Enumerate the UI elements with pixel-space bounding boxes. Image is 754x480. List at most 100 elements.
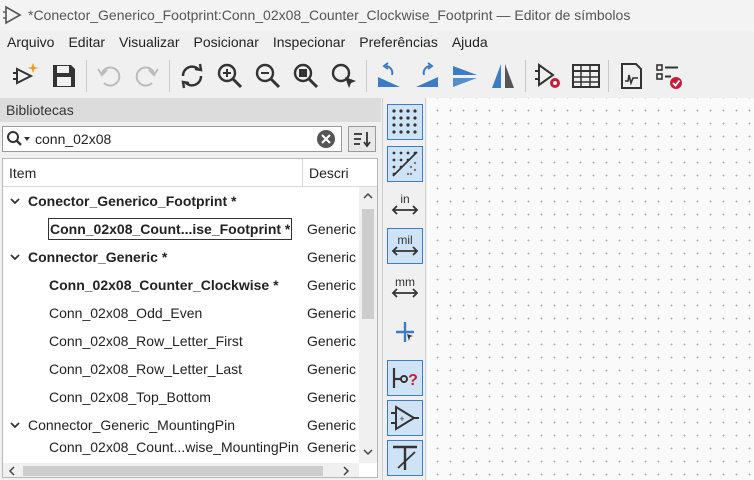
tree-row-library[interactable]: Conector_Generico_Footprint * xyxy=(3,187,359,215)
horizontal-scrollbar-thumb[interactable] xyxy=(23,466,323,476)
units-mm-button[interactable]: mm xyxy=(387,270,423,306)
toolbar-separator xyxy=(86,60,87,92)
sort-button[interactable] xyxy=(348,126,376,152)
tree-row-symbol[interactable]: Conn_02x08_Row_Letter_Last Generic xyxy=(3,355,359,383)
tree-row-symbol[interactable]: Conn_02x08_Counter_Clockwise * Generic xyxy=(3,271,359,299)
vertical-scrollbar[interactable] xyxy=(359,187,377,463)
mirror-vertical-icon xyxy=(453,66,477,87)
tree-row-symbol[interactable]: Conn_02x08_Count...wise_MountingPin Gene… xyxy=(3,433,359,461)
library-search-box[interactable] xyxy=(2,126,342,152)
tree-rows: Conector_Generico_Footprint * Conn_02x08… xyxy=(3,187,359,463)
rotate-cw-button[interactable] xyxy=(409,58,445,94)
symbol-canvas[interactable] xyxy=(427,98,754,480)
library-search-row xyxy=(0,124,381,154)
grid-override-icon xyxy=(392,151,418,177)
menu-preferencias[interactable]: Preferências xyxy=(359,34,438,50)
tree-row-library[interactable]: Connector_Generic * Generic xyxy=(3,243,359,271)
column-header-description[interactable]: Descri xyxy=(303,159,363,186)
symbol-editor-app-icon xyxy=(3,5,22,25)
tree-row-symbol[interactable]: Conn_02x08_Top_Bottom Generic xyxy=(3,383,359,411)
search-icon[interactable] xyxy=(3,127,35,151)
chevron-down-icon[interactable] xyxy=(9,195,21,207)
menu-posicionar[interactable]: Posicionar xyxy=(193,34,258,50)
graphic-snap-icon xyxy=(393,445,417,470)
rotate-ccw-button[interactable] xyxy=(371,58,407,94)
menu-editar[interactable]: Editar xyxy=(68,34,105,50)
crosshair-cursor-button[interactable] xyxy=(387,314,423,350)
zoom-selection-icon xyxy=(331,63,356,88)
show-pin-electrical-type-button[interactable]: ? xyxy=(387,360,423,396)
symbol-properties-icon xyxy=(535,63,560,88)
tree-row-symbol[interactable]: Conn_02x08_Count...ise_Footprint * Gener… xyxy=(3,215,359,243)
tree-item-name: Conn_02x08_Row_Letter_Last xyxy=(49,361,243,377)
rotate-cw-icon xyxy=(416,62,438,87)
redo-button[interactable] xyxy=(129,58,165,94)
svg-text:in: in xyxy=(400,192,409,206)
scroll-up-icon[interactable] xyxy=(363,191,373,201)
show-hidden-pins-button[interactable]: + xyxy=(387,400,423,436)
zoom-out-button[interactable] xyxy=(250,58,286,94)
show-grid-button[interactable] xyxy=(387,104,423,140)
window-title: *Conector_Generico_Footprint:Conn_02x08_… xyxy=(28,7,631,23)
vertical-scrollbar-thumb[interactable] xyxy=(362,209,374,319)
menu-bar: Arquivo Editar Visualizar Posicionar Ins… xyxy=(0,30,754,54)
toolbar-separator xyxy=(525,60,526,92)
left-toolbar: in mil mm ? + xyxy=(382,98,426,480)
tree-item-desc xyxy=(307,187,359,215)
zoom-out-icon xyxy=(255,63,281,89)
menu-inspecionar[interactable]: Inspecionar xyxy=(273,34,345,50)
scroll-down-icon[interactable] xyxy=(363,447,373,457)
units-inch-button[interactable]: in xyxy=(387,188,423,224)
datasheet-button[interactable] xyxy=(613,58,649,94)
new-symbol-icon xyxy=(13,63,39,85)
library-search-input[interactable] xyxy=(35,128,295,150)
refresh-icon xyxy=(181,63,203,89)
clear-search-icon[interactable] xyxy=(315,128,337,150)
tree-item-name: Conn_02x08_Top_Bottom xyxy=(49,389,211,405)
pin-type-icon: ? xyxy=(392,368,418,389)
chevron-down-icon[interactable] xyxy=(9,251,21,263)
chevron-down-icon[interactable] xyxy=(9,419,21,431)
zoom-selection-button[interactable] xyxy=(326,58,362,94)
tree-row-symbol[interactable]: Conn_02x08_Odd_Even Generic xyxy=(3,299,359,327)
units-mil-button[interactable]: mil xyxy=(387,228,423,264)
menu-arquivo[interactable]: Arquivo xyxy=(7,34,54,50)
symbol-checker-button[interactable] xyxy=(651,58,687,94)
redo-icon xyxy=(135,66,159,87)
tree-item-name: Conn_02x08_Count...wise_MountingPin xyxy=(49,439,299,455)
svg-text:mil: mil xyxy=(397,233,412,247)
graphic-snap-button[interactable] xyxy=(387,440,423,476)
tree-item-name: Conn_02x08_Counter_Clockwise * xyxy=(49,277,279,293)
save-button[interactable] xyxy=(46,58,82,94)
zoom-in-button[interactable] xyxy=(212,58,248,94)
scroll-left-icon[interactable] xyxy=(7,466,17,476)
column-header-item[interactable]: Item xyxy=(3,159,303,186)
zoom-fit-button[interactable] xyxy=(288,58,324,94)
new-symbol-button[interactable] xyxy=(8,58,44,94)
pin-table-button[interactable] xyxy=(568,58,604,94)
title-bar: *Conector_Generico_Footprint:Conn_02x08_… xyxy=(0,0,754,30)
rotate-ccw-icon xyxy=(378,62,400,87)
undo-icon xyxy=(97,66,121,87)
menu-ajuda[interactable]: Ajuda xyxy=(452,34,488,50)
mirror-horizontal-button[interactable] xyxy=(485,58,521,94)
grid-overrides-button[interactable] xyxy=(387,146,423,182)
toolbar-separator xyxy=(366,60,367,92)
tree-item-name: Conn_02x08_Odd_Even xyxy=(49,305,203,321)
zoom-in-icon xyxy=(217,63,243,89)
symbol-properties-button[interactable] xyxy=(530,58,566,94)
tree-item-desc: Generic xyxy=(307,333,357,349)
mirror-horizontal-icon xyxy=(492,64,514,88)
crosshair-icon xyxy=(396,322,414,342)
refresh-button[interactable] xyxy=(174,58,210,94)
scroll-right-icon[interactable] xyxy=(341,466,351,476)
undo-button[interactable] xyxy=(91,58,127,94)
mirror-vertical-button[interactable] xyxy=(447,58,483,94)
symbol-checker-icon xyxy=(656,64,682,89)
units-mil-icon: mil xyxy=(391,233,419,256)
menu-visualizar[interactable]: Visualizar xyxy=(119,34,179,50)
horizontal-scrollbar[interactable] xyxy=(3,463,359,477)
tree-row-symbol[interactable]: Conn_02x08_Row_Letter_First Generic xyxy=(3,327,359,355)
save-icon xyxy=(53,65,75,87)
tree-item-desc: Generic xyxy=(307,439,357,455)
